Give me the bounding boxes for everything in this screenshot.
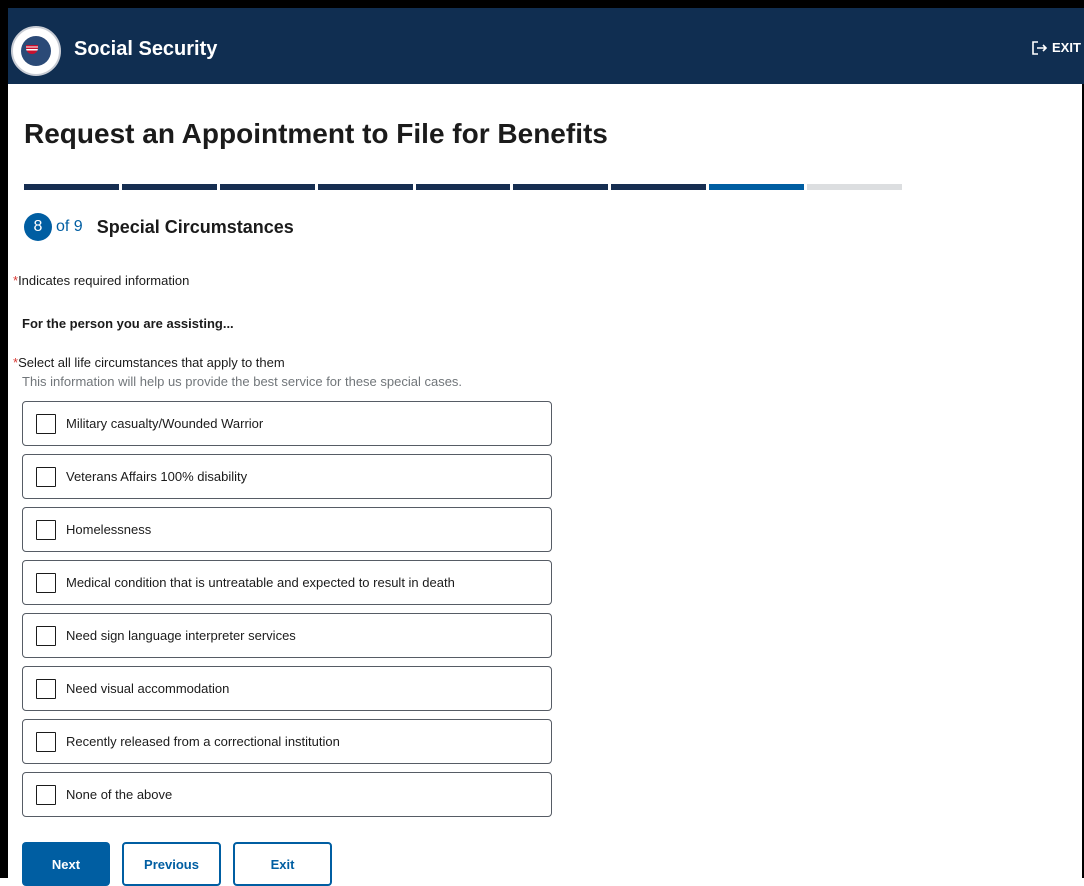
option-correctional-release[interactable]: Recently released from a correctional in… xyxy=(22,719,552,764)
step-title: Special Circumstances xyxy=(96,216,294,237)
option-terminal-illness[interactable]: Medical condition that is untreatable an… xyxy=(22,560,552,605)
option-label: Veterans Affairs 100% disability xyxy=(66,469,248,484)
circumstances-checkbox-group: Military casualty/Wounded Warrior Vetera… xyxy=(22,401,552,825)
header-exit-link[interactable]: EXIT xyxy=(1032,40,1081,55)
progress-segment-9 xyxy=(807,184,903,190)
checkbox[interactable] xyxy=(36,625,56,646)
site-title[interactable]: Social Security xyxy=(74,38,217,61)
option-label: Military casualty/Wounded Warrior xyxy=(66,416,264,431)
exit-button[interactable]: Exit xyxy=(233,842,332,886)
question-text: Select all life circumstances that apply… xyxy=(18,355,285,370)
progress-segment-1 xyxy=(24,184,119,190)
option-label: Need visual accommodation xyxy=(66,681,230,696)
option-label: Need sign language interpreter services xyxy=(66,628,296,643)
exit-icon xyxy=(1032,40,1048,55)
checkbox[interactable] xyxy=(36,572,56,593)
step-indicator: 8 of 9 Special Circumstances xyxy=(24,213,294,241)
required-info-note: *Indicates required information xyxy=(13,273,189,288)
checkbox[interactable] xyxy=(36,731,56,752)
option-none[interactable]: None of the above xyxy=(22,772,552,817)
progress-segment-7 xyxy=(611,184,707,190)
option-visual-accommodation[interactable]: Need visual accommodation xyxy=(22,666,552,711)
ssa-seal-icon[interactable] xyxy=(11,26,61,76)
form-actions: Next Previous Exit xyxy=(22,842,332,886)
progress-segment-6 xyxy=(513,184,609,190)
header-exit-label: EXIT xyxy=(1052,40,1081,55)
option-label: Medical condition that is untreatable an… xyxy=(66,575,455,590)
option-label: None of the above xyxy=(66,787,173,802)
step-of-total: of 9 xyxy=(56,218,83,235)
checkbox[interactable] xyxy=(36,413,56,434)
option-sign-language[interactable]: Need sign language interpreter services xyxy=(22,613,552,658)
window-frame-top xyxy=(0,0,1084,8)
page-title: Request an Appointment to File for Benef… xyxy=(24,118,608,149)
window-frame-left xyxy=(0,0,8,878)
checkbox[interactable] xyxy=(36,784,56,805)
option-homelessness[interactable]: Homelessness xyxy=(22,507,552,552)
next-button[interactable]: Next xyxy=(22,842,110,886)
option-military-casualty[interactable]: Military casualty/Wounded Warrior xyxy=(22,401,552,446)
question-label: *Select all life circumstances that appl… xyxy=(13,355,285,370)
option-label: Recently released from a correctional in… xyxy=(66,734,340,749)
progress-segment-3 xyxy=(219,184,315,190)
step-number-badge: 8 xyxy=(24,213,52,241)
progress-segment-8 xyxy=(709,184,805,190)
progress-segment-2 xyxy=(121,184,217,190)
assisting-label: For the person you are assisting... xyxy=(22,316,234,331)
option-va-disability[interactable]: Veterans Affairs 100% disability xyxy=(22,454,552,499)
question-hint: This information will help us provide th… xyxy=(22,374,463,389)
required-info-text: Indicates required information xyxy=(18,273,190,288)
seal-shield-icon xyxy=(26,40,38,54)
progress-segment-5 xyxy=(415,184,511,190)
previous-button[interactable]: Previous xyxy=(122,842,221,886)
checkbox[interactable] xyxy=(36,678,56,699)
step-progress-bar xyxy=(24,184,903,190)
option-label: Homelessness xyxy=(66,522,152,537)
checkbox[interactable] xyxy=(36,466,56,487)
checkbox[interactable] xyxy=(36,519,56,540)
site-header: Social Security EXIT xyxy=(8,8,1084,84)
progress-segment-4 xyxy=(317,184,413,190)
